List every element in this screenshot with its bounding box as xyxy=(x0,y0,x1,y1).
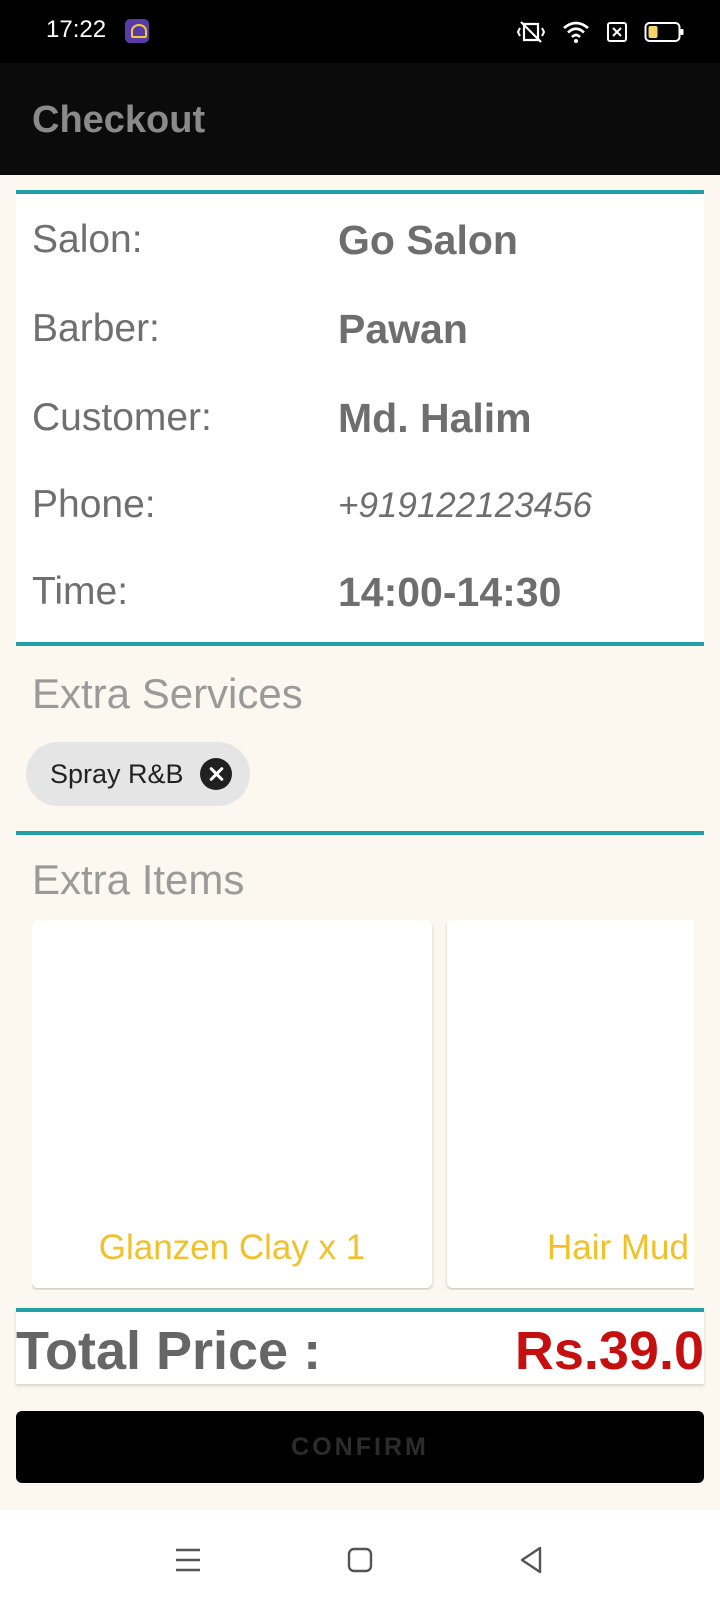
page-title: Checkout xyxy=(32,99,206,141)
phone-row: Phone: +919122123456 xyxy=(16,459,704,549)
item-card[interactable]: Hair Mud xyxy=(447,920,694,1288)
barber-row: Barber: Pawan xyxy=(16,283,704,373)
sim-icon xyxy=(607,22,627,42)
total-price-bar: Total Price : Rs.39.0 xyxy=(16,1308,704,1384)
app-notification-icon xyxy=(125,19,149,43)
close-icon[interactable] xyxy=(200,758,232,790)
salon-label: Salon: xyxy=(32,218,143,261)
section-divider xyxy=(16,831,704,835)
customer-label: Customer: xyxy=(32,396,212,439)
item-card[interactable]: Glanzen Clay x 1 xyxy=(32,920,432,1288)
barber-value: Pawan xyxy=(338,306,468,352)
item-name: Glanzen Clay x 1 xyxy=(98,1228,366,1267)
confirm-button[interactable]: CONFIRM xyxy=(16,1411,704,1483)
home-icon[interactable] xyxy=(340,1540,380,1580)
item-name: Hair Mud xyxy=(547,1228,689,1267)
barber-label: Barber: xyxy=(32,307,160,350)
total-price-value: Rs.39.0 xyxy=(514,1321,704,1381)
time-value: 14:00-14:30 xyxy=(338,569,562,615)
menu-icon[interactable] xyxy=(168,1540,208,1580)
service-chip-label: Spray R&B xyxy=(50,758,184,789)
salon-row: Salon: Go Salon xyxy=(16,194,704,284)
booking-info-card: Salon: Go Salon Barber: Pawan Customer: … xyxy=(16,190,704,646)
status-icons xyxy=(516,18,684,46)
status-bar: 17:22 xyxy=(0,0,720,63)
total-price-label: Total Price : xyxy=(16,1321,322,1381)
time-row: Time: 14:00-14:30 xyxy=(16,546,704,636)
service-chip[interactable]: Spray R&B xyxy=(26,742,250,806)
extra-items-list[interactable]: Glanzen Clay x 1 Hair Mud xyxy=(32,920,694,1290)
extra-services-title: Extra Services xyxy=(32,670,303,717)
extra-items-title: Extra Items xyxy=(32,856,245,903)
system-nav-bar xyxy=(0,1510,720,1600)
customer-value: Md. Halim xyxy=(338,395,532,441)
wifi-icon xyxy=(563,21,589,43)
confirm-label: CONFIRM xyxy=(291,1432,429,1461)
phone-label: Phone: xyxy=(32,483,156,526)
vibrate-icon xyxy=(516,21,546,43)
battery-icon xyxy=(644,22,684,42)
time-label: Time: xyxy=(32,570,129,613)
status-time: 17:22 xyxy=(46,16,107,43)
salon-value: Go Salon xyxy=(338,217,518,263)
back-icon[interactable] xyxy=(512,1540,552,1580)
app-bar: Checkout xyxy=(0,63,720,175)
phone-value: +919122123456 xyxy=(338,486,593,525)
customer-row: Customer: Md. Halim xyxy=(16,372,704,462)
